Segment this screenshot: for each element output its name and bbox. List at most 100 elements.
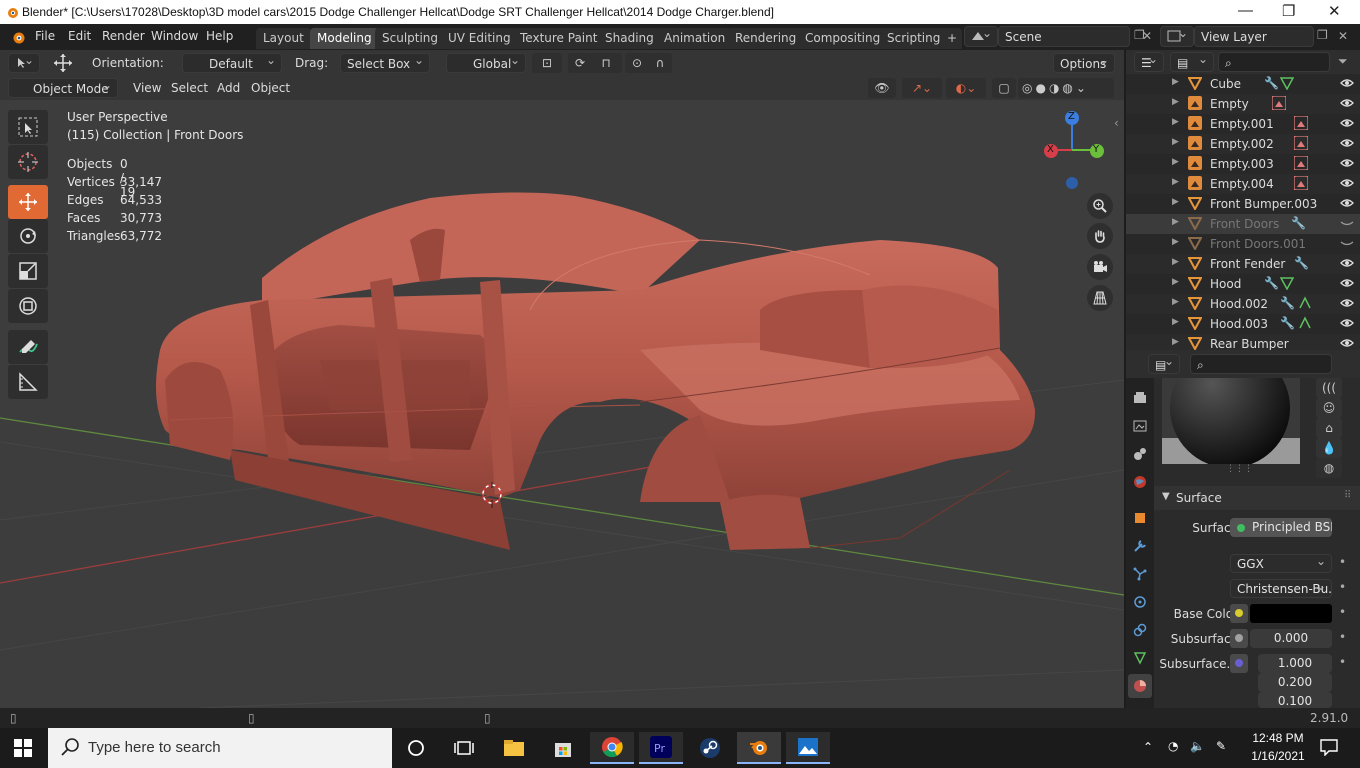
material-tab-icon[interactable] [1128,674,1152,698]
preview-world-icon[interactable]: ◍ [1316,458,1342,478]
select-box-tool-icon[interactable] [8,110,48,144]
constraints-tab-icon[interactable] [1128,618,1152,642]
outliner-item[interactable]: ▶ Empty.002 [1126,134,1360,154]
expand-arrow-icon[interactable]: ▶ [1172,217,1179,227]
preview-hair-icon[interactable]: ((( [1316,378,1342,398]
visibility-eye-icon[interactable] [1340,196,1354,213]
task-view-icon[interactable] [442,732,486,764]
select-tool-dropdown-icon[interactable] [8,53,40,73]
particles-tab-icon[interactable] [1128,562,1152,586]
cursor-tool-icon[interactable] [8,145,48,179]
view-layer-copy-icon[interactable]: ❐ [1317,28,1328,42]
shading-mode-icon[interactable]: ◎●◑◍⌄ [1018,78,1114,98]
distribution-dropdown[interactable]: GGX [1230,554,1332,573]
outliner-display-mode-icon[interactable]: ▤ [1170,52,1214,72]
notifications-icon[interactable] [1320,738,1338,759]
surface-shader-field[interactable]: Principled BSDF [1230,518,1332,537]
outliner-search-input[interactable]: ⌕ [1218,52,1330,72]
empty-data-icon[interactable] [1293,155,1309,173]
transform-orientation-dropdown[interactable]: Global [446,53,526,73]
panel-drag-handle-icon[interactable]: ⠿ [1344,490,1351,501]
tab-texture-paint[interactable]: Texture Paint [513,28,605,49]
snap-target-icon[interactable]: ⊓ [590,53,622,73]
vertex-groups-icon[interactable] [1298,316,1312,333]
outliner-item[interactable]: ▶ Empty [1126,94,1360,114]
visibility-eye-icon[interactable] [1340,276,1354,293]
properties-panel[interactable]: ▤ ⌕ ⋮⋮⋮ ((( ☺ ⌂ 💧 ◍ ▼ Surface ⠿ Surface … [1126,350,1360,708]
cortana-icon[interactable] [394,732,438,764]
snap-toggle-icon[interactable]: ⟳ [568,53,592,73]
data-tab-icon[interactable] [1128,646,1152,670]
view-layer-delete-icon[interactable]: ✕ [1338,29,1348,43]
preview-resize-handle-icon[interactable]: ⋮⋮⋮ [1226,464,1253,474]
outliner-item[interactable]: ▶ Front Doors.001 [1126,234,1360,254]
chrome-icon[interactable] [590,732,634,764]
visibility-eye-icon[interactable] [1340,76,1354,93]
object-tab-icon[interactable] [1128,506,1152,530]
subsurface-radius-y-field[interactable]: 0.200 [1258,673,1332,692]
menu-render[interactable]: Render [102,29,145,43]
sidebar-toggle-icon[interactable]: ‹ [1114,116,1119,130]
premiere-pro-icon[interactable]: Pr [639,732,683,764]
file-explorer-icon[interactable] [492,732,536,764]
outliner-editor-type-icon[interactable]: ☰ [1134,52,1164,72]
viewport-menu-view[interactable]: View [133,81,161,95]
visibility-eye-icon[interactable] [1340,116,1354,133]
tab-animation[interactable]: Animation [657,28,733,49]
scene-delete-icon[interactable]: ✕ [1142,29,1152,43]
visibility-eye-icon[interactable] [1340,136,1354,153]
taskbar-search-box[interactable]: Type here to search [48,728,392,768]
microsoft-store-icon[interactable] [541,732,585,764]
expand-arrow-icon[interactable]: ▶ [1172,317,1179,327]
visibility-icon[interactable]: 👁 [868,78,896,98]
expand-arrow-icon[interactable]: ▶ [1172,157,1179,167]
viewport-menu-select[interactable]: Select [171,81,208,95]
modifier-icon[interactable]: 🔧 [1294,256,1309,270]
minimize-button[interactable]: — [1238,2,1253,19]
mesh-data-icon[interactable] [1279,76,1295,93]
expand-arrow-icon[interactable]: ▶ [1172,117,1179,127]
clock-time[interactable]: 12:48 PM [1250,731,1306,745]
subsurface-value-field[interactable]: 0.000 [1250,629,1332,648]
pivot-point-icon[interactable]: ⊡ [532,53,562,73]
visibility-eye-icon[interactable] [1340,296,1354,313]
expand-arrow-icon[interactable]: ▶ [1172,97,1179,107]
modifier-icon[interactable]: 🔧 [1280,316,1295,330]
outliner-filter-icon[interactable]: ⏷ [1338,54,1348,69]
xray-toggle-icon[interactable]: ▢ [992,78,1016,98]
options-dropdown[interactable]: Options [1053,53,1115,73]
mesh-data-icon[interactable] [1279,276,1295,293]
menu-file[interactable]: File [35,29,55,43]
overlays-toggle-icon[interactable]: ◐⌄ [946,78,986,98]
outliner-item[interactable]: ▶ Front Bumper.003 [1126,194,1360,214]
base-color-swatch[interactable] [1250,604,1332,623]
photos-icon[interactable] [786,732,830,764]
visibility-eye-icon[interactable] [1340,236,1354,253]
outliner-item[interactable]: ▶ Empty.004 [1126,174,1360,194]
transform-tool-icon[interactable] [8,289,48,323]
empty-data-icon[interactable] [1293,135,1309,153]
viewport-menu-object[interactable]: Object [251,81,290,95]
scale-tool-icon[interactable] [8,254,48,288]
expand-arrow-icon[interactable]: ▶ [1172,237,1179,247]
windows-start-icon[interactable] [14,739,32,760]
expand-arrow-icon[interactable]: ▶ [1172,77,1179,87]
menu-edit[interactable]: Edit [68,29,91,43]
subsurface-socket-icon[interactable] [1230,629,1248,648]
move-tool-icon[interactable] [8,185,48,219]
modifier-tab-icon[interactable] [1128,534,1152,558]
outliner-item[interactable]: ▶ Hood 🔧 [1126,274,1360,294]
menu-help[interactable]: Help [206,29,233,43]
orientation-dropdown[interactable]: Default [182,53,282,73]
clock-date[interactable]: 1/16/2021 [1248,749,1308,763]
preview-cloth-icon[interactable]: ⌂ [1316,418,1342,438]
tab-shading[interactable]: Shading [598,28,661,49]
tab-modeling[interactable]: Modeling [310,28,379,49]
visibility-eye-icon[interactable] [1340,96,1354,113]
close-button[interactable]: ✕ [1328,2,1341,20]
properties-editor-type-icon[interactable]: ▤ [1148,354,1180,374]
modifier-icon[interactable]: 🔧 [1280,296,1295,310]
visibility-eye-icon[interactable] [1340,156,1354,173]
show-hidden-icons[interactable]: ⌃ [1143,740,1153,754]
expand-arrow-icon[interactable]: ▶ [1172,297,1179,307]
